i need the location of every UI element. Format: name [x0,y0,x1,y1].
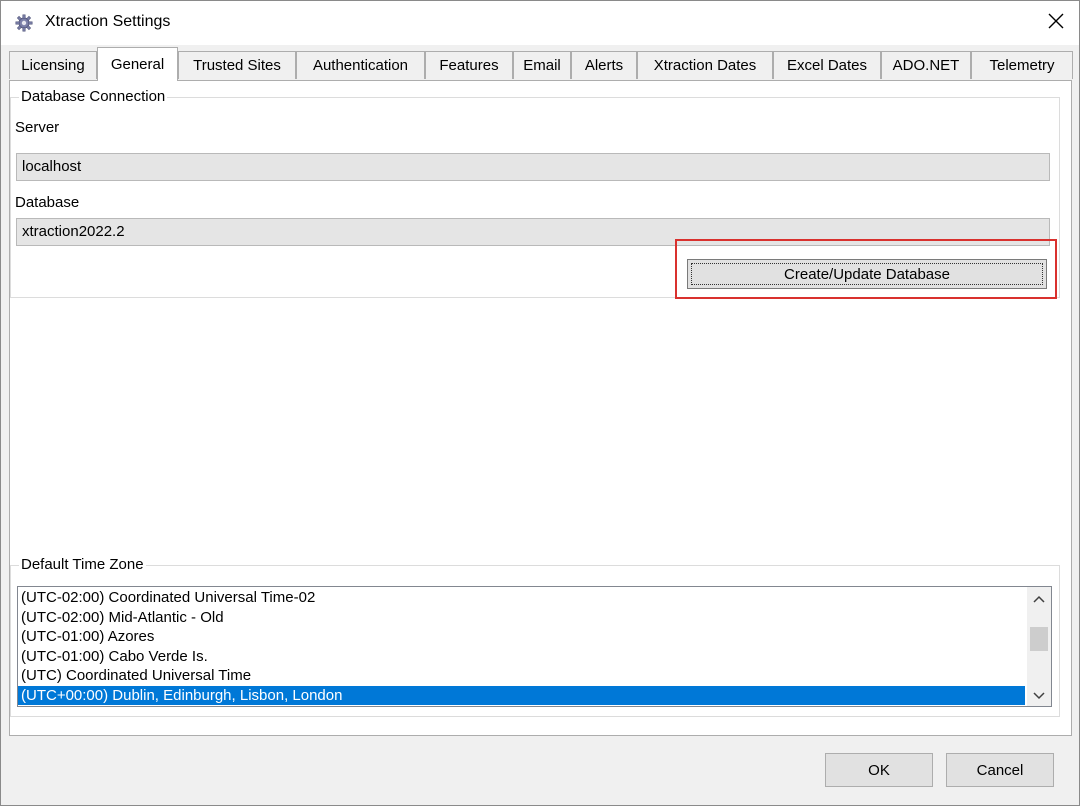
create-update-database-button[interactable]: Create/Update Database [687,259,1047,289]
title-bar[interactable]: Xtraction Settings [1,1,1079,45]
settings-dialog: Xtraction Settings Licensing General Tru… [0,0,1080,806]
tab-trusted-sites[interactable]: Trusted Sites [178,51,296,79]
database-connection-legend: Database Connection [21,88,166,105]
close-button[interactable] [1033,1,1079,45]
chevron-up-icon [1033,590,1045,607]
list-item-selected[interactable]: (UTC+00:00) Dublin, Edinburgh, Lisbon, L… [18,685,1025,705]
list-item[interactable]: (UTC-01:00) Cabo Verde Is. [18,647,1025,667]
time-zone-scrollbar[interactable] [1027,587,1051,706]
default-time-zone-legend: Default Time Zone [21,556,144,573]
cancel-label: Cancel [976,761,1024,779]
tab-authentication[interactable]: Authentication [296,51,425,79]
window-title: Xtraction Settings [45,13,171,30]
general-tab-panel: Database Connection Server localhost Dat… [9,80,1072,736]
cancel-button[interactable]: Cancel [946,753,1054,787]
tab-strip: Licensing General Trusted Sites Authenti… [9,47,1073,81]
tab-general[interactable]: General [97,47,178,81]
tab-email[interactable]: Email [513,51,571,79]
tab-alerts[interactable]: Alerts [571,51,637,79]
tab-ado-net[interactable]: ADO.NET [881,51,971,79]
tab-telemetry[interactable]: Telemetry [971,51,1073,79]
scroll-down-button[interactable] [1027,684,1051,706]
tab-xtraction-dates[interactable]: Xtraction Dates [637,51,773,79]
create-update-database-label: Create/Update Database [784,265,950,283]
close-icon [1048,13,1064,33]
server-field[interactable]: localhost [16,153,1050,181]
tab-excel-dates[interactable]: Excel Dates [773,51,881,79]
list-item[interactable]: (UTC-02:00) Mid-Atlantic - Old [18,608,1025,628]
tab-licensing[interactable]: Licensing [9,51,97,79]
list-item[interactable]: (UTC-01:00) Azores [18,627,1025,647]
scroll-thumb[interactable] [1030,627,1048,651]
gear-icon [15,14,33,32]
ok-button[interactable]: OK [825,753,933,787]
list-item[interactable]: (UTC) Coordinated Universal Time [18,666,1025,686]
tab-features[interactable]: Features [425,51,513,79]
ok-label: OK [868,761,890,779]
server-label: Server [15,119,60,136]
scroll-up-button[interactable] [1027,587,1051,609]
database-label: Database [15,194,80,211]
list-item[interactable]: (UTC-02:00) Coordinated Universal Time-0… [18,588,1025,608]
time-zone-listbox[interactable]: (UTC-02:00) Coordinated Universal Time-0… [17,586,1052,707]
chevron-down-icon [1033,687,1045,704]
